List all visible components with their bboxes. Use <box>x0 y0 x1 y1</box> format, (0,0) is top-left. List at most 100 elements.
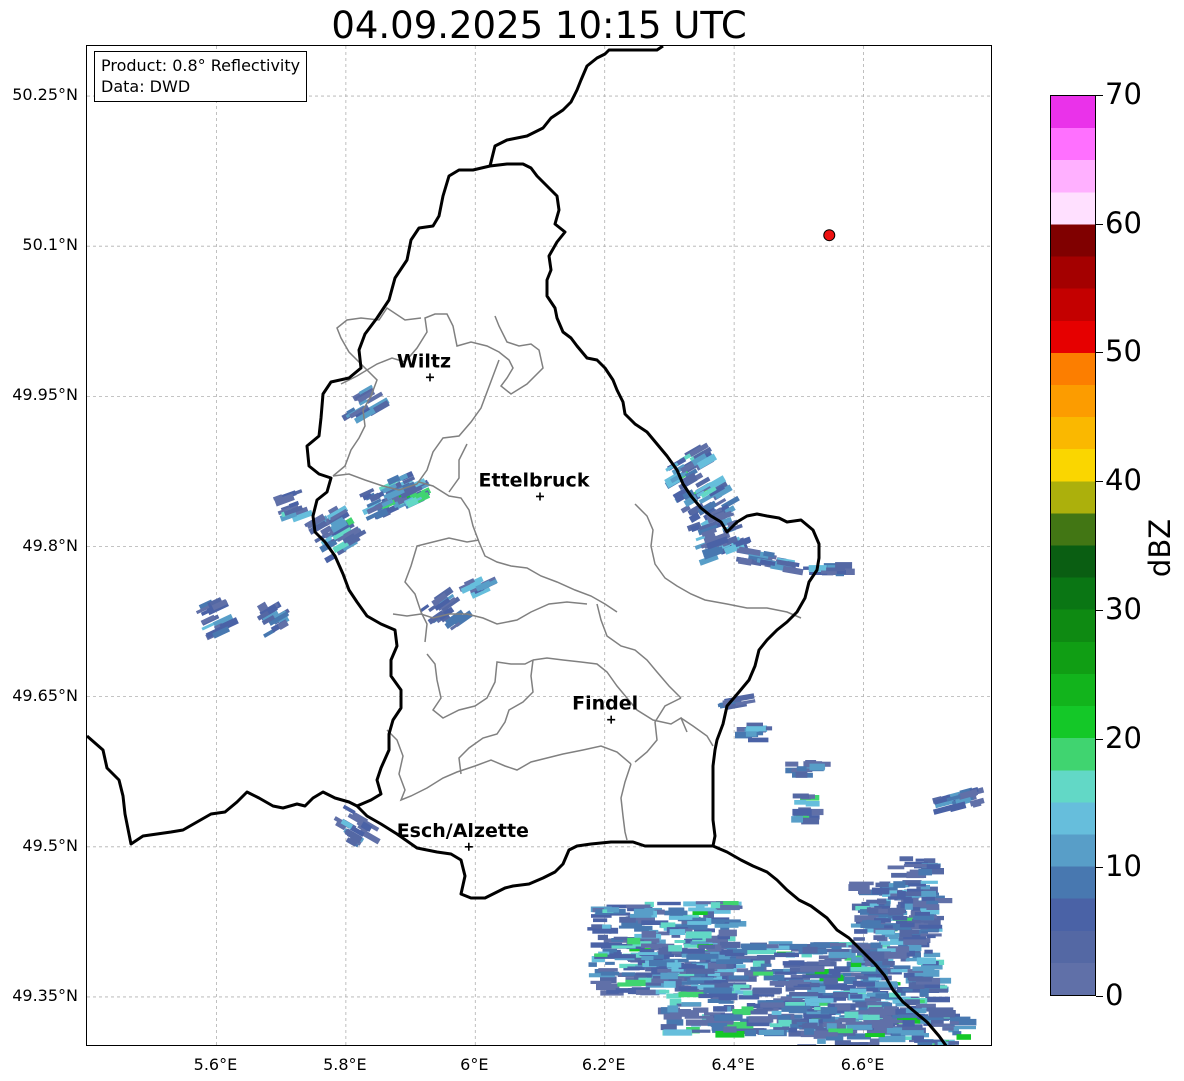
echo-pixel <box>788 1006 808 1014</box>
radar-map[interactable]: Wiltz Ettelbruck Findel Esch/Alzette <box>86 45 992 1046</box>
echo-pixel <box>750 966 765 972</box>
echo-pixel <box>753 971 774 976</box>
echo-pixel <box>942 1027 954 1031</box>
echo-pixel <box>868 977 882 981</box>
echo-cluster <box>735 722 773 743</box>
echo-pixel <box>869 1038 880 1045</box>
echo-pixel <box>774 952 799 958</box>
echo-pixel <box>886 1027 903 1034</box>
colorbar-tick-label: 0 <box>1105 978 1124 1012</box>
echo-pixel <box>914 911 930 916</box>
echo-pixel <box>902 1020 915 1027</box>
echo-cluster <box>195 597 239 641</box>
echo-pixel <box>792 793 809 799</box>
echo-pixel <box>741 943 767 951</box>
canton-border-esch-east <box>620 763 632 841</box>
echo-pixel <box>663 1013 682 1020</box>
echo-pixel <box>908 977 932 982</box>
echo-pixel <box>893 881 906 888</box>
map-canvas: Wiltz Ettelbruck Findel Esch/Alzette <box>87 46 991 1045</box>
echo-cluster <box>785 760 831 778</box>
echo-pixel <box>871 887 890 895</box>
echo-pixel <box>782 961 805 966</box>
echo-pixel <box>792 808 812 816</box>
canton-border-gap <box>680 717 714 747</box>
echo-pixel <box>804 998 834 1003</box>
city-marker: Findel <box>572 693 638 724</box>
echo-pixel <box>760 963 772 967</box>
echo-pixel <box>916 957 936 965</box>
echo-pixel <box>721 919 741 923</box>
echo-pixel <box>703 987 732 994</box>
echo-pixel <box>717 905 740 911</box>
echo-cluster <box>272 489 314 523</box>
colorbar-tick-label: 20 <box>1105 720 1142 755</box>
echo-pixel <box>897 891 906 897</box>
echo-pixel <box>818 1032 838 1037</box>
echo-pixel <box>777 1015 791 1020</box>
echo-pixel <box>743 990 753 996</box>
echo-pixel <box>736 955 758 959</box>
longitude-tick-label: 6.6°E <box>840 1055 885 1074</box>
echo-cluster <box>333 804 381 848</box>
echo-pixel <box>854 929 868 934</box>
colorbar-tick-label: 50 <box>1105 334 1142 369</box>
echo-pixel <box>867 1008 891 1013</box>
city-marker: Ettelbruck <box>479 469 590 501</box>
echo-pixel <box>690 953 719 959</box>
latitude-tick-label: 49.95°N <box>12 385 78 405</box>
longitude-tick-label: 6.2°E <box>581 1055 626 1074</box>
echo-pixel <box>928 1011 955 1018</box>
echo-pixel <box>920 880 938 884</box>
echo-pixel <box>890 969 908 973</box>
echo-pixel <box>667 1005 679 1013</box>
echo-pixel <box>849 881 874 886</box>
echo-pixel <box>956 1034 971 1040</box>
echo-pixel <box>613 936 628 940</box>
echo-pixel <box>591 924 604 929</box>
echo-pixel <box>641 943 662 948</box>
echo-pixel <box>791 816 803 823</box>
colorbar-tick-mark <box>1096 996 1103 997</box>
echo-cluster <box>256 601 290 638</box>
latitude-tick-label: 49.5°N <box>22 835 78 855</box>
product-info-box: Product: 0.8° Reflectivity Data: DWD <box>94 51 308 102</box>
longitude-tick-label: 6°E <box>460 1055 489 1074</box>
echo-pixel <box>618 925 645 929</box>
echo-pixel <box>884 951 907 959</box>
echo-cluster <box>932 786 985 815</box>
radar-site-marker <box>823 229 836 242</box>
echo-pixel <box>681 948 705 954</box>
echo-pixel <box>818 959 831 965</box>
echo-pixel <box>718 929 737 937</box>
echo-pixel <box>866 899 887 904</box>
data-source-label: Data: DWD <box>101 77 191 96</box>
graticule <box>87 46 991 1045</box>
echo-cluster <box>803 562 855 577</box>
echo-pixel <box>636 989 656 995</box>
echo-pixel <box>893 965 911 970</box>
echo-pixel <box>892 916 908 921</box>
echo-pixel <box>626 904 651 909</box>
echo-pixel <box>627 937 641 945</box>
echo-pixel <box>875 929 895 935</box>
echo-pixel <box>598 968 618 972</box>
echo-pixel <box>844 1011 859 1019</box>
echo-pixel <box>342 804 356 815</box>
canton-border-capellen <box>426 653 534 719</box>
echo-pixel <box>847 1042 869 1045</box>
echo-pixel <box>875 981 898 988</box>
colorbar <box>1050 95 1096 996</box>
echo-pixel <box>862 1014 880 1020</box>
echo-pixel <box>785 761 799 767</box>
echo-pixel <box>592 928 612 934</box>
echo-pixel <box>903 972 915 978</box>
canton-border-remich <box>634 697 682 763</box>
colorbar-tick-mark <box>1096 738 1103 740</box>
echo-pixel <box>615 988 637 993</box>
echo-pixel <box>949 1021 959 1025</box>
echo-pixel <box>769 980 798 986</box>
echo-pixel <box>692 1007 709 1013</box>
colorbar-tick-label: 70 <box>1105 77 1142 111</box>
echo-pixel <box>862 920 881 927</box>
